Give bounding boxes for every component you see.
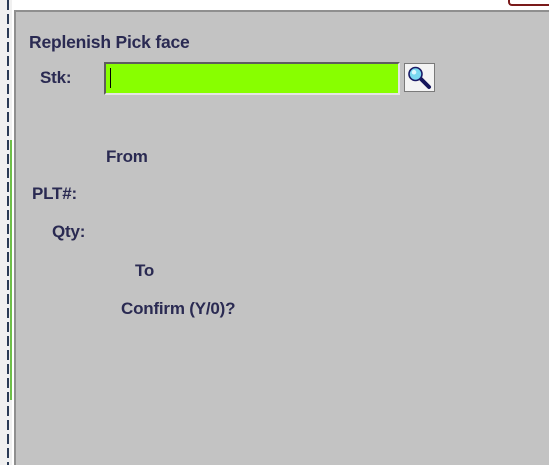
panel-title: Replenish Pick face: [29, 32, 190, 52]
background-window-edge: [0, 0, 12, 465]
plt-label: PLT#:: [32, 184, 77, 203]
from-heading: From: [106, 147, 148, 166]
stk-input[interactable]: [104, 62, 400, 95]
replenish-pick-face-panel: Replenish Pick face Stk: From PLT#: Qty:…: [14, 10, 549, 465]
background-window-border: [7, 0, 9, 465]
text-caret: [110, 68, 111, 88]
background-window-accent: [10, 140, 12, 400]
stk-lookup-button[interactable]: [404, 63, 435, 92]
to-heading: To: [135, 261, 155, 280]
qty-label: Qty:: [52, 222, 86, 241]
confirm-prompt: Confirm (Y/0)?: [121, 299, 236, 318]
background-window-corner: [508, 0, 549, 6]
stk-label: Stk:: [40, 68, 72, 87]
